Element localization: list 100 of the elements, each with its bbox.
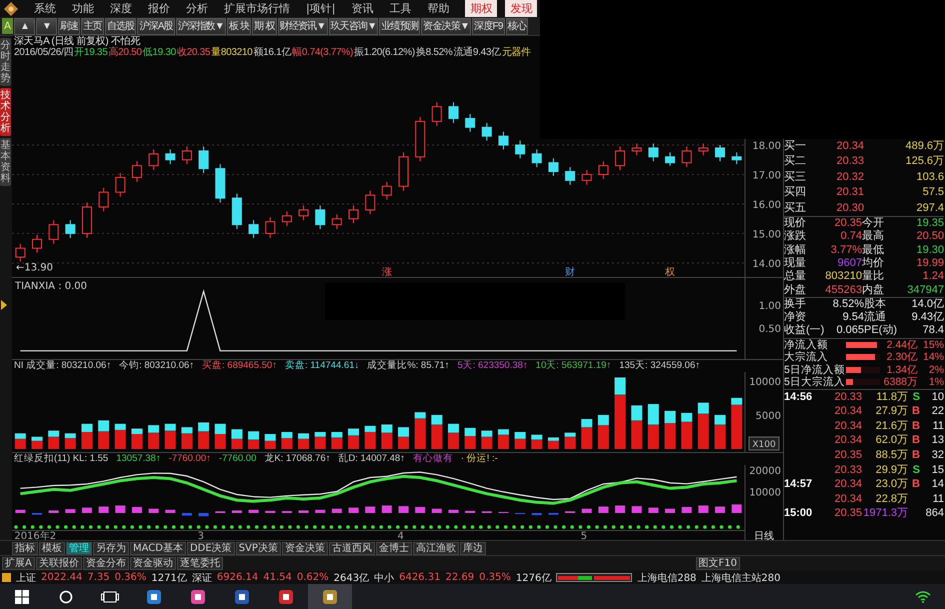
panel-tab[interactable]: 逐笔委托 <box>176 557 223 570</box>
indicator-reading: 135天: 324559.06↑ <box>619 360 700 372</box>
toolbar-button[interactable]: 自选股 <box>104 18 136 34</box>
event-marker[interactable]: 财 <box>565 267 576 277</box>
side-tab[interactable]: 基本资料 <box>0 138 11 186</box>
menu-item[interactable]: 帮助 <box>419 1 458 16</box>
quote-label: 股本 <box>864 298 887 310</box>
panel-tab[interactable]: 关联报价 <box>36 557 82 570</box>
quote-value: 803210 <box>824 270 862 284</box>
menu-item[interactable]: 工具 <box>381 1 420 16</box>
f10-button[interactable]: 图文F10 <box>696 557 740 570</box>
bid-volume: 297.4 <box>915 200 944 216</box>
indicator-tab[interactable]: 指标 <box>12 542 38 554</box>
panel-tab[interactable]: 扩展A <box>2 557 35 570</box>
trade-side: B <box>912 449 920 462</box>
panel-tab[interactable]: 资金分布 <box>82 557 129 570</box>
flow-label: 5日大宗流入 <box>784 376 846 389</box>
indicator-tab[interactable]: SVP决策 <box>236 542 281 554</box>
panel-tab[interactable]: 资金驱动 <box>130 557 176 570</box>
bid-price: 20.32 <box>835 170 864 185</box>
trade-volume: 22.8万 <box>874 492 908 506</box>
toolbar-button[interactable]: 财经资讯▼ <box>278 18 328 34</box>
trade-side: B <box>912 405 920 418</box>
toolbar-button[interactable]: 资金决策▼ <box>421 18 472 34</box>
index-reading: 1271亿 <box>151 572 187 584</box>
indicator-tab[interactable]: 管理 <box>66 542 92 554</box>
trade-count: 14 <box>930 477 944 492</box>
flow-percent: 15% <box>922 338 944 352</box>
menu-item[interactable]: |项针| <box>298 1 344 16</box>
toolbar-button[interactable]: ▲ <box>14 18 35 34</box>
indicator-tab[interactable]: 庠边 <box>460 542 486 554</box>
bid-volume: 57.5 <box>922 185 944 200</box>
trade-time: 15:00 <box>784 507 812 520</box>
toolbar-button[interactable]: 刷速 <box>58 18 80 34</box>
indicator-tab[interactable]: 模板 <box>39 542 65 554</box>
order-level-label: 买三 <box>784 170 807 185</box>
quote-label: 最低 <box>862 244 885 257</box>
toolbar-button[interactable]: 主页 <box>81 18 104 34</box>
toolbar-button[interactable]: 期 权 <box>252 18 277 34</box>
event-marker[interactable]: 涨 <box>382 267 392 277</box>
flow-percent: 2% <box>928 364 944 376</box>
indicator-reading: 买盘: 689465.50↑ <box>202 360 277 372</box>
indicator-reading: 换8.52% <box>416 47 452 58</box>
indicator-reading: 振1.20(6.12%) <box>354 47 415 58</box>
chart-title: 深天马A (日线 前复权) 不怕死 <box>14 36 142 47</box>
toolbar-button[interactable]: ▼ <box>36 18 57 34</box>
trade-time: 14:57 <box>784 478 812 490</box>
menu-item[interactable]: 扩展市场行情 <box>216 1 298 16</box>
indicator-reading: NI 成交量: 803210.06↑ <box>14 360 112 372</box>
bid-price: 20.30 <box>835 200 864 216</box>
menu-item[interactable]: 报价 <box>140 1 178 16</box>
period-label[interactable]: 日线 <box>754 531 774 540</box>
menu-item[interactable]: 分析 <box>178 1 216 16</box>
menu-item[interactable]: 资讯 <box>343 1 382 16</box>
order-level-label: 买二 <box>784 154 807 170</box>
trade-count: 15 <box>930 462 944 478</box>
side-tab[interactable]: 技术分析 <box>0 88 11 136</box>
indicator-reading: 开19.35 <box>74 47 108 58</box>
quote-value: 19.99 <box>915 256 944 270</box>
menu-item[interactable]: 系统 <box>26 1 64 16</box>
bid-volume: 103.6 <box>915 170 944 185</box>
trade-side: B <box>912 420 920 432</box>
indicator-tab[interactable]: DDE决策 <box>186 542 235 554</box>
toolbar-button[interactable]: 沪深A股 <box>137 18 175 34</box>
trade-count: 13 <box>930 433 944 448</box>
toolbar-button[interactable]: 玖天咨询▼ <box>328 18 378 34</box>
axis-label: 10000 <box>749 487 781 498</box>
trade-volume: 27.9万 <box>874 404 908 419</box>
menu-item[interactable]: 深度 <box>102 1 140 16</box>
toolbar-button[interactable]: 核心 <box>506 18 528 34</box>
menu-button[interactable]: 期权 <box>465 0 498 17</box>
toolbar-button[interactable]: 沪深指数▼ <box>176 18 226 34</box>
indicator-tab[interactable]: MACD基本 <box>130 542 186 554</box>
flow-value: 2.44亿 <box>886 338 918 352</box>
axis-label: 3 <box>198 531 204 540</box>
server-label[interactable]: 上海电信主站280 <box>701 570 781 584</box>
quote-label: 净资 <box>784 311 807 324</box>
index-reading: 上证 <box>16 572 36 584</box>
toolbar-button[interactable]: 板 块 <box>226 18 252 34</box>
indicator-tab[interactable]: 资金决策 <box>282 542 328 554</box>
indicator-reading: · 份运! :- <box>460 452 498 464</box>
indicator-reading: 额16.1亿 <box>253 47 292 58</box>
indicator-tab[interactable]: 高江渔歌 <box>412 542 459 554</box>
side-tab[interactable]: 分时走势 <box>0 38 11 86</box>
menu-item[interactable]: 功能 <box>64 1 102 16</box>
event-marker[interactable]: 权 <box>665 267 676 277</box>
indicator-reading: 龙K: 17068.76↑ <box>264 452 330 464</box>
flow-label: 净流入额 <box>784 338 829 351</box>
server-label[interactable]: 上海电信288 <box>637 570 696 584</box>
indicator-tab[interactable]: 另存为 <box>93 542 129 554</box>
trade-count: 11 <box>932 418 944 434</box>
index-reading: 深证 <box>192 572 212 584</box>
toolbar-button[interactable]: 业绩预测 <box>379 18 420 34</box>
index-reading: 6926.14 <box>216 572 258 583</box>
toolbar-button[interactable]: 深度F9 <box>472 18 505 34</box>
trade-volume: 1971.3万 <box>862 506 908 522</box>
menu-button[interactable]: 发现 <box>505 0 538 17</box>
axis-label: 17.00 <box>752 170 781 182</box>
indicator-tab[interactable]: 古道西风 <box>328 542 375 554</box>
indicator-tab[interactable]: 金博士 <box>376 542 412 554</box>
